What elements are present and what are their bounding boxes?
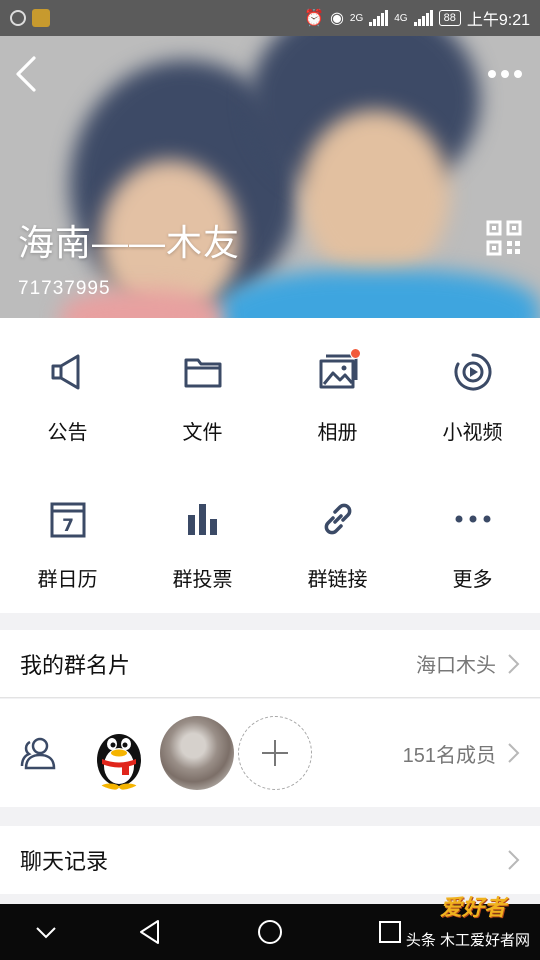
- action-short-video[interactable]: 小视频: [405, 318, 540, 465]
- back-nav-icon[interactable]: [136, 918, 164, 946]
- row-value: 海口木头: [416, 655, 496, 677]
- chevron-right-icon: [508, 653, 520, 674]
- add-member-button[interactable]: [238, 716, 312, 790]
- action-announcement[interactable]: 公告: [0, 318, 135, 465]
- action-more[interactable]: 更多: [405, 465, 540, 613]
- penguin-icon: [97, 734, 141, 790]
- calendar-icon: 7: [48, 499, 88, 539]
- signal-icon: [369, 10, 389, 26]
- eye-icon: ◉: [329, 10, 344, 27]
- avatar[interactable]: [82, 716, 156, 790]
- more-icon[interactable]: [488, 66, 526, 82]
- plus-icon: [262, 740, 288, 766]
- battery-icon: 88: [438, 10, 461, 26]
- chevron-down-icon[interactable]: [32, 918, 60, 946]
- chevron-right-icon: [508, 743, 520, 763]
- action-link[interactable]: 群链接: [270, 465, 405, 613]
- status-bar: ⏰ ◉ 2G 4G 88 上午9:21: [0, 0, 540, 36]
- clock: 上午9:21: [466, 12, 530, 29]
- members-icon: [20, 737, 56, 770]
- network-label-2: 4G: [394, 12, 408, 24]
- alarm-icon: ⏰: [304, 10, 324, 27]
- megaphone-icon: [48, 352, 88, 392]
- video-icon: [453, 352, 493, 392]
- qr-code-icon[interactable]: [486, 220, 522, 256]
- vote-icon: [183, 499, 223, 539]
- member-count: 151名成员: [402, 744, 496, 767]
- group-id: 71737995: [18, 278, 111, 299]
- watermark: 爱好者 头条 木工爱好者网: [390, 890, 530, 956]
- group-header: 海南——木友 71737995: [0, 0, 540, 318]
- action-album[interactable]: 相册: [270, 318, 405, 465]
- action-vote[interactable]: 群投票: [135, 465, 270, 613]
- chat-history-row[interactable]: 聊天记录: [0, 826, 540, 894]
- group-name: 海南——木友: [18, 222, 241, 263]
- action-files[interactable]: 文件: [135, 318, 270, 465]
- watermark-text: 头条 木工爱好者网: [405, 932, 530, 949]
- calendar-day: 7: [62, 516, 74, 536]
- album-icon: [318, 348, 361, 392]
- app-notification-icon: [32, 9, 50, 27]
- chevron-right-icon: [508, 850, 520, 870]
- folder-icon: [183, 352, 223, 392]
- members-row[interactable]: 151名成员: [0, 699, 540, 807]
- back-icon[interactable]: [12, 56, 42, 92]
- new-badge: [349, 348, 361, 359]
- network-label-1: 2G: [349, 12, 364, 24]
- row-title: 我的群名片: [20, 652, 131, 678]
- action-calendar[interactable]: 7 群日历: [0, 465, 135, 613]
- row-title: 聊天记录: [20, 849, 109, 874]
- action-grid: 公告 文件 相册 小视频 7 群日历 群投票 群链接 更多: [0, 318, 540, 613]
- home-icon[interactable]: [256, 918, 284, 946]
- more-dots-icon: [453, 499, 493, 539]
- notification-icon: [10, 10, 26, 26]
- signal-icon-2: [413, 10, 433, 26]
- link-icon: [318, 499, 358, 539]
- watermark-logo: 爱好者: [439, 895, 506, 920]
- my-group-card-row[interactable]: 我的群名片 海口木头: [0, 630, 540, 698]
- avatar-photo[interactable]: [160, 716, 234, 790]
